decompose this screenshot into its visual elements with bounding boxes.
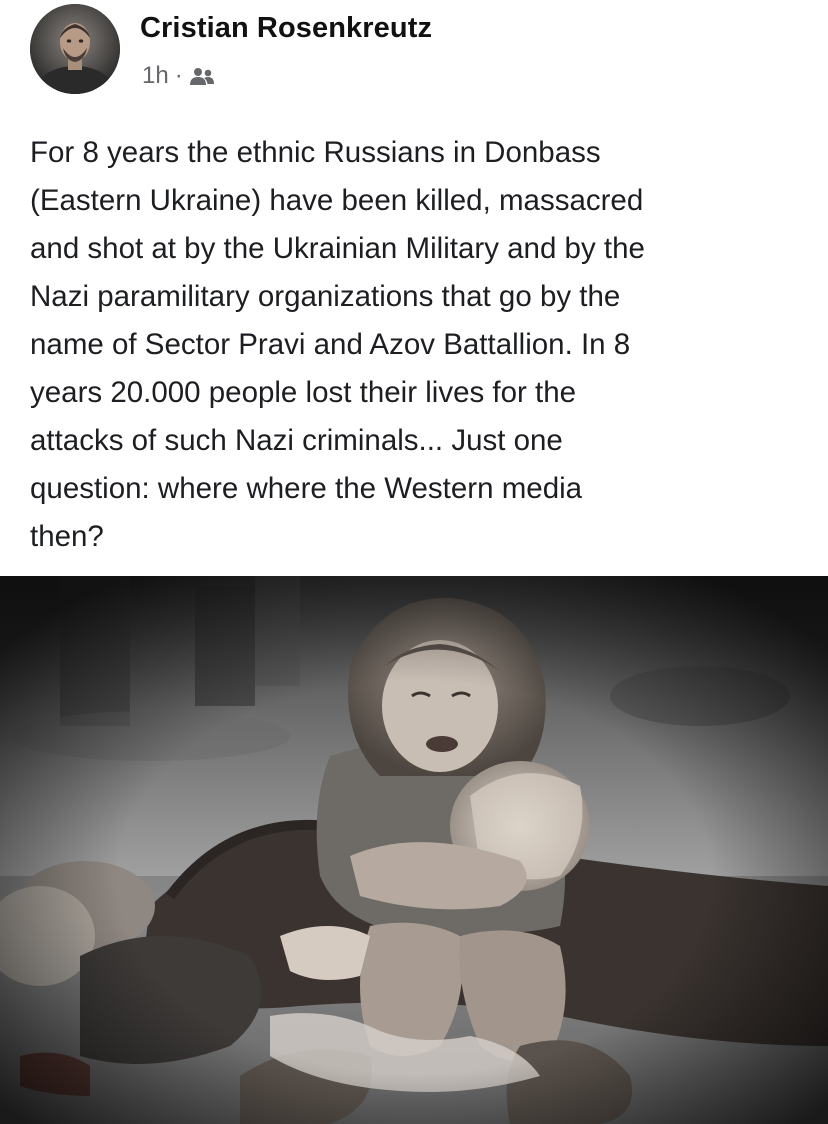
friends-icon[interactable]: [189, 66, 215, 86]
post-photo[interactable]: [0, 576, 828, 1124]
post-header: Cristian Rosenkreutz 1h ·: [30, 4, 810, 100]
author-name[interactable]: Cristian Rosenkreutz: [140, 12, 432, 45]
facebook-post: Cristian Rosenkreutz 1h · For 8 years th…: [0, 0, 828, 1124]
author-avatar[interactable]: [30, 4, 120, 94]
post-meta: 1h ·: [142, 62, 215, 90]
photo-image: [0, 576, 828, 1124]
post-text: For 8 years the ethnic Russians in Donba…: [30, 136, 645, 553]
post-timestamp[interactable]: 1h: [142, 62, 169, 90]
meta-separator: ·: [174, 62, 183, 89]
avatar-image: [30, 4, 120, 94]
